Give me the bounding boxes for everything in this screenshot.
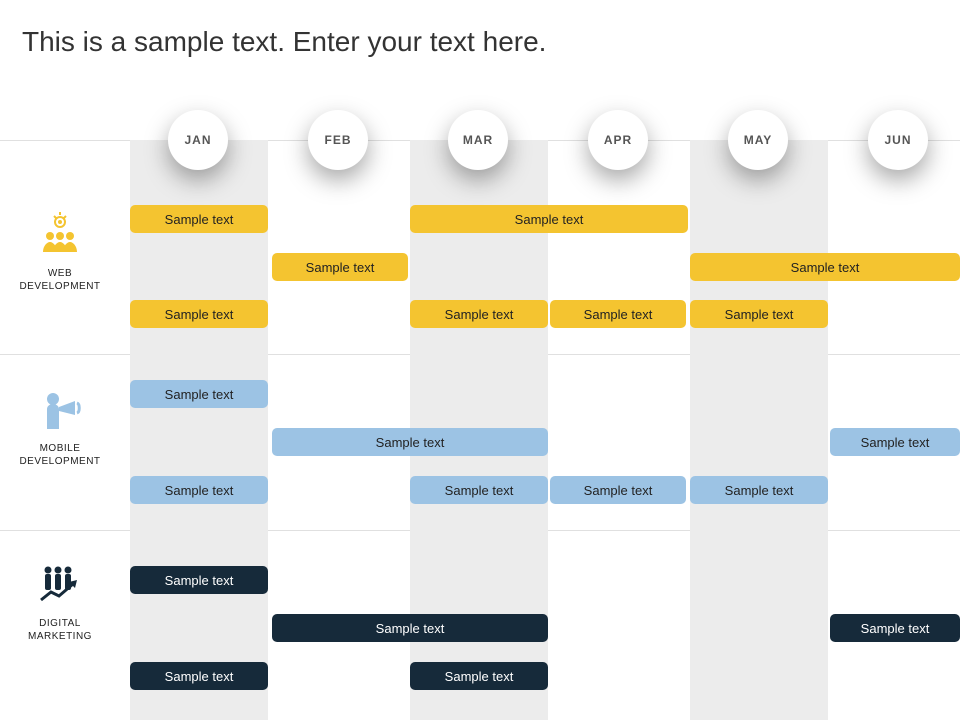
gantt-bar[interactable]: Sample text bbox=[690, 253, 960, 281]
gantt-bar[interactable]: Sample text bbox=[130, 662, 268, 690]
month-jun: JUN bbox=[868, 110, 928, 170]
gantt-bar[interactable]: Sample text bbox=[130, 300, 268, 328]
cat-label: MARKETING bbox=[28, 631, 92, 642]
team-icon bbox=[37, 210, 83, 261]
month-feb: FEB bbox=[308, 110, 368, 170]
gantt-bar[interactable]: Sample text bbox=[690, 476, 828, 504]
gantt-bar[interactable]: Sample text bbox=[410, 205, 688, 233]
gantt-bar[interactable]: Sample text bbox=[272, 428, 548, 456]
month-mar: MAR bbox=[448, 110, 508, 170]
gantt-bar[interactable]: Sample text bbox=[130, 380, 268, 408]
gantt-bar[interactable]: Sample text bbox=[690, 300, 828, 328]
month-apr: APR bbox=[588, 110, 648, 170]
gantt-bar[interactable]: Sample text bbox=[272, 614, 548, 642]
cat-label: MOBILE bbox=[40, 443, 81, 454]
cat-label: DEVELOPMENT bbox=[19, 456, 100, 467]
category-digital: DIGITAL MARKETING bbox=[0, 560, 120, 643]
category-web: WEB DEVELOPMENT bbox=[0, 210, 120, 293]
gantt-bar[interactable]: Sample text bbox=[830, 428, 960, 456]
cat-label: WEB bbox=[48, 268, 72, 279]
gantt-bar[interactable]: Sample text bbox=[130, 205, 268, 233]
gantt-bar[interactable]: Sample text bbox=[272, 253, 408, 281]
page-title: This is a sample text. Enter your text h… bbox=[0, 0, 960, 58]
growth-icon bbox=[37, 560, 83, 611]
cat-label: DIGITAL bbox=[39, 618, 81, 629]
gantt-bar[interactable]: Sample text bbox=[130, 566, 268, 594]
month-may: MAY bbox=[728, 110, 788, 170]
column-band bbox=[690, 140, 828, 720]
gantt-bar[interactable]: Sample text bbox=[410, 476, 548, 504]
gantt-bar[interactable]: Sample text bbox=[830, 614, 960, 642]
gantt-bar[interactable]: Sample text bbox=[410, 662, 548, 690]
month-jan: JAN bbox=[168, 110, 228, 170]
gantt-bar[interactable]: Sample text bbox=[130, 476, 268, 504]
category-mobile: MOBILE DEVELOPMENT bbox=[0, 385, 120, 468]
cat-label: DEVELOPMENT bbox=[19, 281, 100, 292]
gantt-bar[interactable]: Sample text bbox=[410, 300, 548, 328]
gantt-bar[interactable]: Sample text bbox=[550, 300, 686, 328]
megaphone-icon bbox=[37, 385, 83, 436]
gantt-bar[interactable]: Sample text bbox=[550, 476, 686, 504]
